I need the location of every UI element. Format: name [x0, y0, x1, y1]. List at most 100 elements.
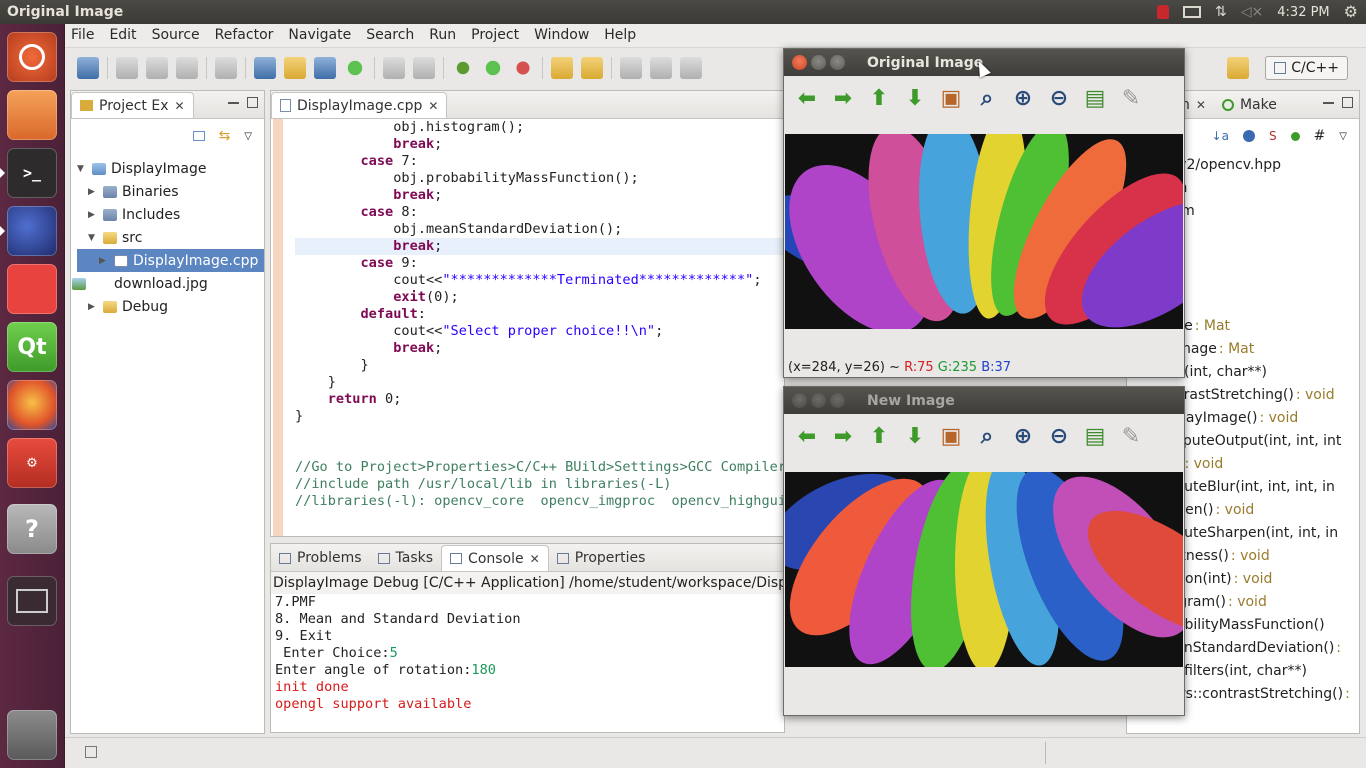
pan-down-icon[interactable]: ⬇	[902, 424, 928, 449]
menu-edit[interactable]: Edit	[103, 24, 145, 48]
tree-item[interactable]: ▶ Debug	[77, 295, 264, 318]
group-icon[interactable]: #	[1314, 128, 1326, 144]
tree-item[interactable]: ▶ Binaries	[77, 180, 264, 203]
pan-left-icon[interactable]: ⬅	[794, 86, 820, 111]
workspace-switcher-icon[interactable]	[7, 576, 57, 626]
qt-creator-icon[interactable]: Qt	[7, 322, 57, 372]
zoom-original-icon[interactable]: ⌕	[974, 86, 1000, 111]
hide-fields-icon[interactable]	[1242, 130, 1255, 142]
maximize-icon[interactable]	[1342, 97, 1353, 108]
firefox-icon[interactable]	[7, 380, 57, 430]
menu-source[interactable]: Source	[146, 24, 209, 48]
tree-item[interactable]: ▶ DisplayImage.cpp	[77, 249, 264, 272]
tab-project-explorer[interactable]: Project Ex ✕	[71, 92, 194, 118]
minimize-icon[interactable]	[1323, 101, 1334, 104]
minimize-icon[interactable]	[811, 393, 826, 408]
tab-problems[interactable]: Problems	[271, 545, 370, 571]
pan-left-icon[interactable]: ⬅	[794, 424, 820, 449]
close-icon[interactable]	[792, 55, 807, 70]
pan-right-icon[interactable]: ➡	[830, 424, 856, 449]
console-output[interactable]: 7.PMF 8. Mean and Standard Deviation 9. Ex…	[271, 594, 784, 713]
menu-refactor[interactable]: Refactor	[209, 24, 283, 48]
files-icon[interactable]	[7, 90, 57, 140]
menu-run[interactable]: Run	[423, 24, 465, 48]
tree-item[interactable]: ▼ DisplayImage	[77, 157, 264, 180]
menu-navigate[interactable]: Navigate	[282, 24, 360, 48]
pan-up-icon[interactable]: ⬆	[866, 86, 892, 111]
chevron-right-icon[interactable]: ▶	[88, 187, 98, 197]
new-image[interactable]	[785, 472, 1183, 667]
save-icon[interactable]: ▤	[1082, 424, 1108, 449]
original-image[interactable]	[785, 134, 1183, 329]
hide-nonpublic-icon[interactable]	[1290, 131, 1300, 141]
maximize-icon[interactable]	[247, 97, 258, 108]
tree-item[interactable]: ▼ src	[77, 226, 264, 249]
minimize-icon[interactable]	[811, 55, 826, 70]
new-icon[interactable]	[77, 57, 99, 79]
prev-annotation-icon[interactable]	[650, 57, 672, 79]
tab-tasks[interactable]: Tasks	[370, 545, 442, 571]
network-icon[interactable]: ⇅	[1215, 5, 1227, 19]
link-editor-icon[interactable]: ⇆	[219, 128, 231, 144]
maximize-icon[interactable]	[830, 393, 845, 408]
save-icon[interactable]	[116, 57, 138, 79]
trash-icon[interactable]	[7, 710, 57, 760]
run-icon[interactable]	[482, 57, 504, 79]
menu-project[interactable]: Project	[465, 24, 528, 48]
open-type-icon[interactable]	[551, 57, 573, 79]
zoom-out-icon[interactable]: ⊖	[1046, 86, 1072, 111]
zoom-out-icon[interactable]: ⊖	[1046, 424, 1072, 449]
eclipse-icon[interactable]	[0, 206, 57, 256]
zoom-in-icon[interactable]: ⊕	[1010, 86, 1036, 111]
view-menu-icon[interactable]: ▽	[244, 131, 252, 142]
code-area[interactable]: obj.histogram(); break; case 7: obj.prob…	[295, 119, 794, 536]
window-titlebar[interactable]: New Image	[784, 387, 1184, 414]
debug-icon[interactable]	[452, 57, 474, 79]
tab-displayimage-cpp[interactable]: DisplayImage.cpp ✕	[271, 92, 448, 118]
terminal-icon[interactable]: >_	[0, 148, 57, 198]
tab-make[interactable]: Make	[1214, 92, 1285, 118]
volume-icon[interactable]: ◁×	[1241, 5, 1264, 19]
pan-down-icon[interactable]: ⬇	[902, 86, 928, 111]
maximize-icon[interactable]	[830, 55, 845, 70]
help-icon[interactable]: ?	[7, 504, 57, 554]
external-tools-icon[interactable]	[512, 57, 534, 79]
menu-window[interactable]: Window	[528, 24, 598, 48]
new-source-icon[interactable]	[344, 57, 366, 79]
tab-console[interactable]: Console ✕	[441, 545, 549, 571]
close-icon[interactable]: ✕	[1196, 98, 1206, 112]
clock[interactable]: 4:32 PM	[1277, 5, 1329, 20]
save-icon[interactable]: ▤	[1082, 86, 1108, 111]
search-icon[interactable]	[581, 57, 603, 79]
properties-icon[interactable]: ✎	[1118, 86, 1144, 111]
zoom-in-icon[interactable]: ⊕	[1010, 424, 1036, 449]
perspective-switch[interactable]: C/C++	[1265, 56, 1348, 80]
close-icon[interactable]: ✕	[530, 552, 540, 566]
zoom-fit-icon[interactable]: ▣	[938, 86, 964, 111]
new-folder-icon[interactable]	[284, 57, 306, 79]
chevron-right-icon[interactable]: ▶	[88, 302, 98, 312]
view-menu-icon[interactable]: ▽	[1339, 131, 1347, 142]
chevron-down-icon[interactable]: ▼	[88, 233, 98, 243]
save-all-icon[interactable]	[146, 57, 168, 79]
menu-search[interactable]: Search	[360, 24, 423, 48]
new-project-icon[interactable]	[254, 57, 276, 79]
mail-icon[interactable]	[1183, 6, 1202, 18]
menu-help[interactable]: Help	[598, 24, 645, 48]
properties-icon[interactable]: ✎	[1118, 424, 1144, 449]
chevron-right-icon[interactable]: ▶	[99, 256, 109, 266]
hide-static-icon[interactable]: S	[1269, 129, 1277, 143]
next-annotation-icon[interactable]	[680, 57, 702, 79]
zoom-original-icon[interactable]: ⌕	[974, 424, 1000, 449]
pan-up-icon[interactable]: ⬆	[866, 424, 892, 449]
tree-item[interactable]: download.jpg	[72, 272, 264, 295]
edit-icon[interactable]	[620, 57, 642, 79]
print-icon[interactable]	[176, 57, 198, 79]
close-icon[interactable]: ✕	[428, 99, 438, 113]
chevron-down-icon[interactable]: ▼	[77, 164, 87, 174]
binary-icon[interactable]	[215, 57, 237, 79]
lock-icon[interactable]	[1157, 5, 1170, 19]
zoom-fit-icon[interactable]: ▣	[938, 424, 964, 449]
chevron-right-icon[interactable]: ▶	[88, 210, 98, 220]
menu-file[interactable]: File	[65, 24, 103, 48]
